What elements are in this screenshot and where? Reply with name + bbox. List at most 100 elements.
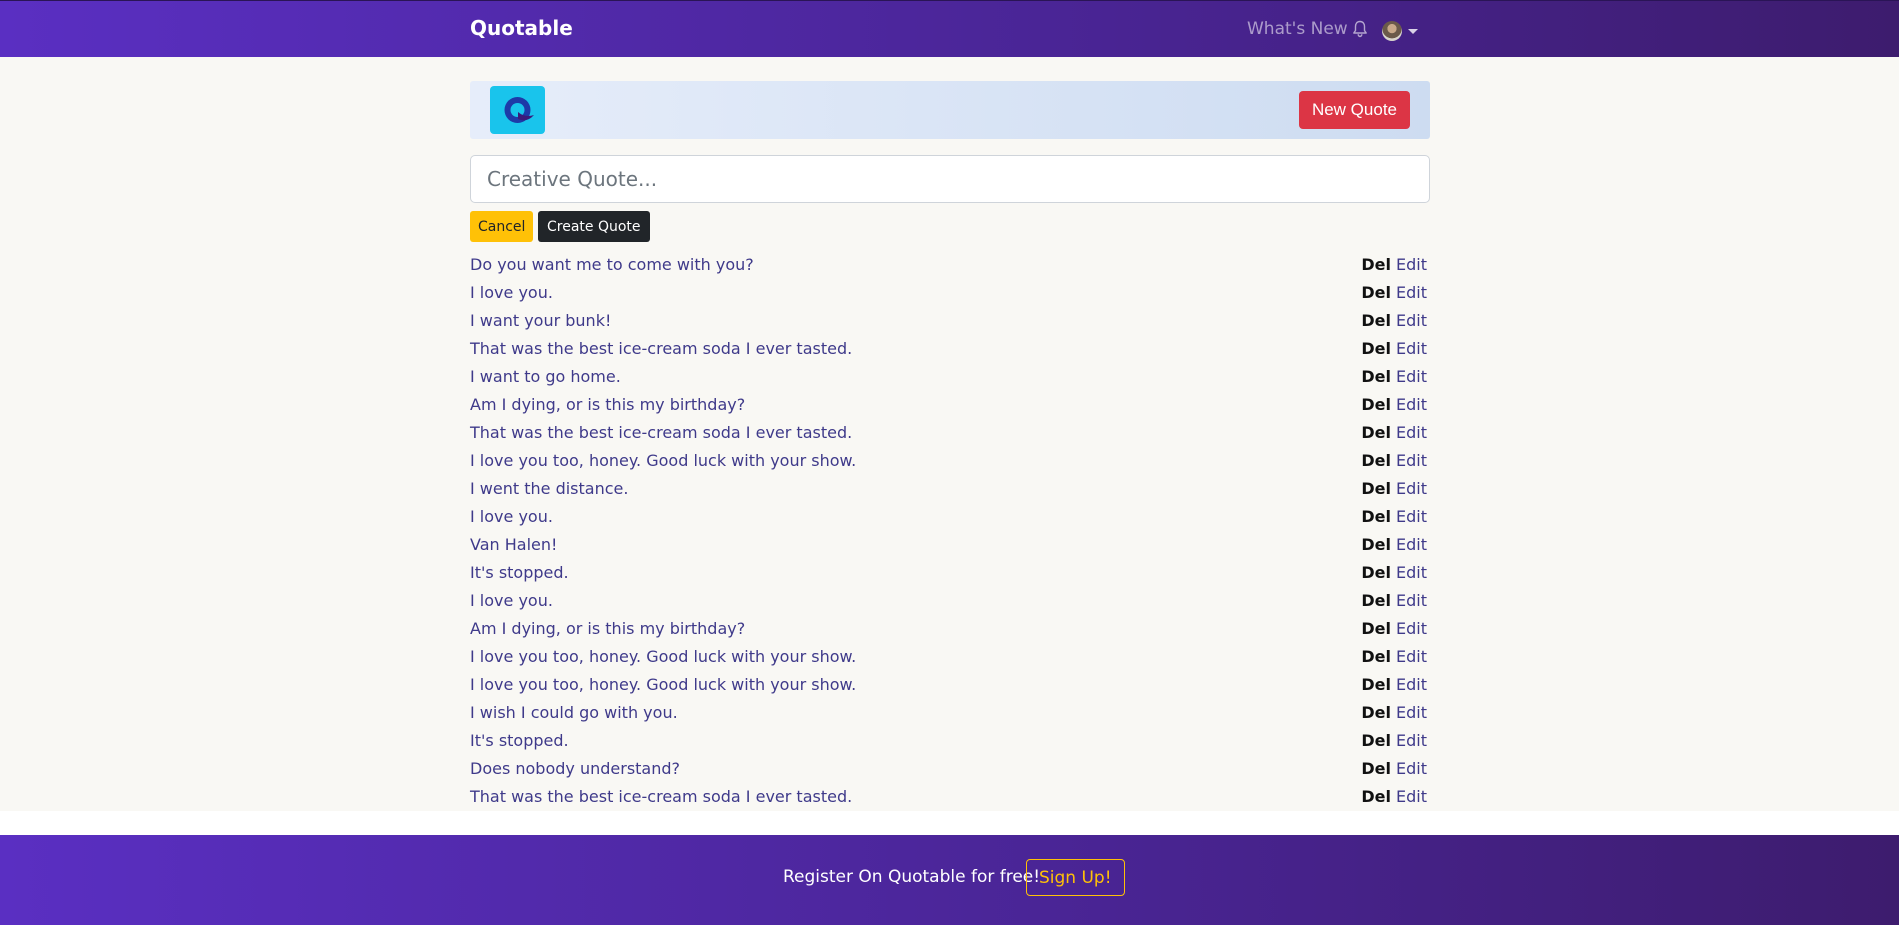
edit-quote-link[interactable]: Edit: [1396, 563, 1427, 582]
delete-quote-link[interactable]: Del: [1361, 311, 1391, 330]
create-quote-button[interactable]: Create Quote: [538, 211, 650, 242]
delete-quote-link[interactable]: Del: [1361, 535, 1391, 554]
delete-quote-link[interactable]: Del: [1361, 787, 1391, 806]
edit-quote-link[interactable]: Edit: [1396, 479, 1427, 498]
quote-text[interactable]: It's stopped.: [470, 731, 569, 750]
quote-input[interactable]: [470, 155, 1430, 203]
quote-row: I love you too, honey. Good luck with yo…: [470, 670, 1430, 698]
quote-text[interactable]: I want to go home.: [470, 367, 621, 386]
edit-quote-link[interactable]: Edit: [1396, 255, 1427, 274]
delete-quote-link[interactable]: Del: [1361, 675, 1391, 694]
delete-quote-link[interactable]: Del: [1361, 759, 1391, 778]
edit-quote-link[interactable]: Edit: [1396, 787, 1427, 806]
edit-quote-link[interactable]: Edit: [1396, 647, 1427, 666]
edit-quote-link[interactable]: Edit: [1396, 591, 1427, 610]
edit-quote-link[interactable]: Edit: [1396, 731, 1427, 750]
quote-text[interactable]: That was the best ice-cream soda I ever …: [470, 423, 852, 442]
delete-quote-link[interactable]: Del: [1361, 283, 1391, 302]
quote-text[interactable]: That was the best ice-cream soda I ever …: [470, 787, 852, 806]
quote-text[interactable]: Do you want me to come with you?: [470, 255, 754, 274]
edit-quote-link[interactable]: Edit: [1396, 423, 1427, 442]
quote-text[interactable]: Van Halen!: [470, 535, 557, 554]
quote-text[interactable]: I went the distance.: [470, 479, 628, 498]
quote-actions: Del Edit: [1361, 311, 1430, 330]
edit-quote-link[interactable]: Edit: [1396, 703, 1427, 722]
quote-header-panel: New Quote: [470, 81, 1430, 139]
quote-text[interactable]: I love you too, honey. Good luck with yo…: [470, 675, 856, 694]
quote-actions: Del Edit: [1361, 283, 1430, 302]
quote-row: I love you too, honey. Good luck with yo…: [470, 642, 1430, 670]
quote-text[interactable]: I want your bunk!: [470, 311, 611, 330]
delete-quote-link[interactable]: Del: [1361, 451, 1391, 470]
delete-quote-link[interactable]: Del: [1361, 619, 1391, 638]
quote-actions: Del Edit: [1361, 423, 1430, 442]
new-quote-button[interactable]: New Quote: [1298, 91, 1410, 129]
quote-row: It's stopped. Del Edit: [470, 726, 1430, 754]
quote-text[interactable]: That was the best ice-cream soda I ever …: [470, 339, 852, 358]
edit-quote-link[interactable]: Edit: [1396, 451, 1427, 470]
delete-quote-link[interactable]: Del: [1361, 731, 1391, 750]
delete-quote-link[interactable]: Del: [1361, 367, 1391, 386]
delete-quote-link[interactable]: Del: [1361, 647, 1391, 666]
quote-actions: Del Edit: [1361, 255, 1430, 274]
edit-quote-link[interactable]: Edit: [1396, 283, 1427, 302]
quote-text[interactable]: I love you.: [470, 283, 553, 302]
quote-text[interactable]: I love you.: [470, 591, 553, 610]
delete-quote-link[interactable]: Del: [1361, 395, 1391, 414]
quote-text[interactable]: I wish I could go with you.: [470, 703, 678, 722]
quotable-logo-icon: [490, 86, 545, 134]
bell-icon[interactable]: [1352, 20, 1368, 38]
sign-up-button[interactable]: Sign Up!: [1026, 859, 1125, 896]
quote-actions: Del Edit: [1361, 703, 1430, 722]
quote-row: I love you too, honey. Good luck with yo…: [470, 446, 1430, 474]
quote-row: I wish I could go with you. Del Edit: [470, 698, 1430, 726]
main-content: New Quote Cancel Create Quote Do you wan…: [0, 57, 1899, 811]
footer: Register On Quotable for free! Sign Up!: [0, 835, 1899, 925]
delete-quote-link[interactable]: Del: [1361, 255, 1391, 274]
quote-actions: Del Edit: [1361, 535, 1430, 554]
delete-quote-link[interactable]: Del: [1361, 703, 1391, 722]
delete-quote-link[interactable]: Del: [1361, 507, 1391, 526]
quote-text[interactable]: I love you.: [470, 507, 553, 526]
quote-actions: Del Edit: [1361, 507, 1430, 526]
delete-quote-link[interactable]: Del: [1361, 591, 1391, 610]
quote-row: Am I dying, or is this my birthday? Del Ed…: [470, 390, 1430, 418]
cancel-button[interactable]: Cancel: [470, 211, 534, 242]
brand-logo-text[interactable]: Quotable: [470, 16, 573, 40]
edit-quote-link[interactable]: Edit: [1396, 507, 1427, 526]
edit-quote-link[interactable]: Edit: [1396, 759, 1427, 778]
edit-quote-link[interactable]: Edit: [1396, 535, 1427, 554]
delete-quote-link[interactable]: Del: [1361, 479, 1391, 498]
quote-actions: Del Edit: [1361, 367, 1430, 386]
top-navbar: Quotable What's New: [0, 0, 1899, 57]
quote-row: That was the best ice-cream soda I ever …: [470, 334, 1430, 362]
edit-quote-link[interactable]: Edit: [1396, 367, 1427, 386]
quote-actions: Del Edit: [1361, 395, 1430, 414]
quote-actions: Del Edit: [1361, 339, 1430, 358]
user-menu-toggle[interactable]: [1382, 20, 1418, 42]
quote-actions: Del Edit: [1361, 451, 1430, 470]
quote-row: I love you. Del Edit: [470, 502, 1430, 530]
quote-text[interactable]: Am I dying, or is this my birthday?: [470, 619, 745, 638]
quote-row: I want your bunk! Del Edit: [470, 306, 1430, 334]
quote-text[interactable]: Am I dying, or is this my birthday?: [470, 395, 745, 414]
delete-quote-link[interactable]: Del: [1361, 563, 1391, 582]
quote-text[interactable]: I love you too, honey. Good luck with yo…: [470, 451, 856, 470]
quote-row: It's stopped. Del Edit: [470, 558, 1430, 586]
quote-actions: Del Edit: [1361, 731, 1430, 750]
quote-row: Does nobody understand? Del Edit: [470, 754, 1430, 782]
quote-text[interactable]: I love you too, honey. Good luck with yo…: [470, 647, 856, 666]
edit-quote-link[interactable]: Edit: [1396, 675, 1427, 694]
edit-quote-link[interactable]: Edit: [1396, 339, 1427, 358]
edit-quote-link[interactable]: Edit: [1396, 619, 1427, 638]
quote-row: I love you. Del Edit: [470, 586, 1430, 614]
quote-text[interactable]: Does nobody understand?: [470, 759, 680, 778]
quote-text[interactable]: It's stopped.: [470, 563, 569, 582]
delete-quote-link[interactable]: Del: [1361, 339, 1391, 358]
delete-quote-link[interactable]: Del: [1361, 423, 1391, 442]
edit-quote-link[interactable]: Edit: [1396, 395, 1427, 414]
page: Quotable What's New New Quote Creative Q…: [0, 0, 1899, 925]
edit-quote-link[interactable]: Edit: [1396, 311, 1427, 330]
whats-new-link[interactable]: What's New: [1247, 19, 1348, 39]
quote-row: I want to go home. Del Edit: [470, 362, 1430, 390]
